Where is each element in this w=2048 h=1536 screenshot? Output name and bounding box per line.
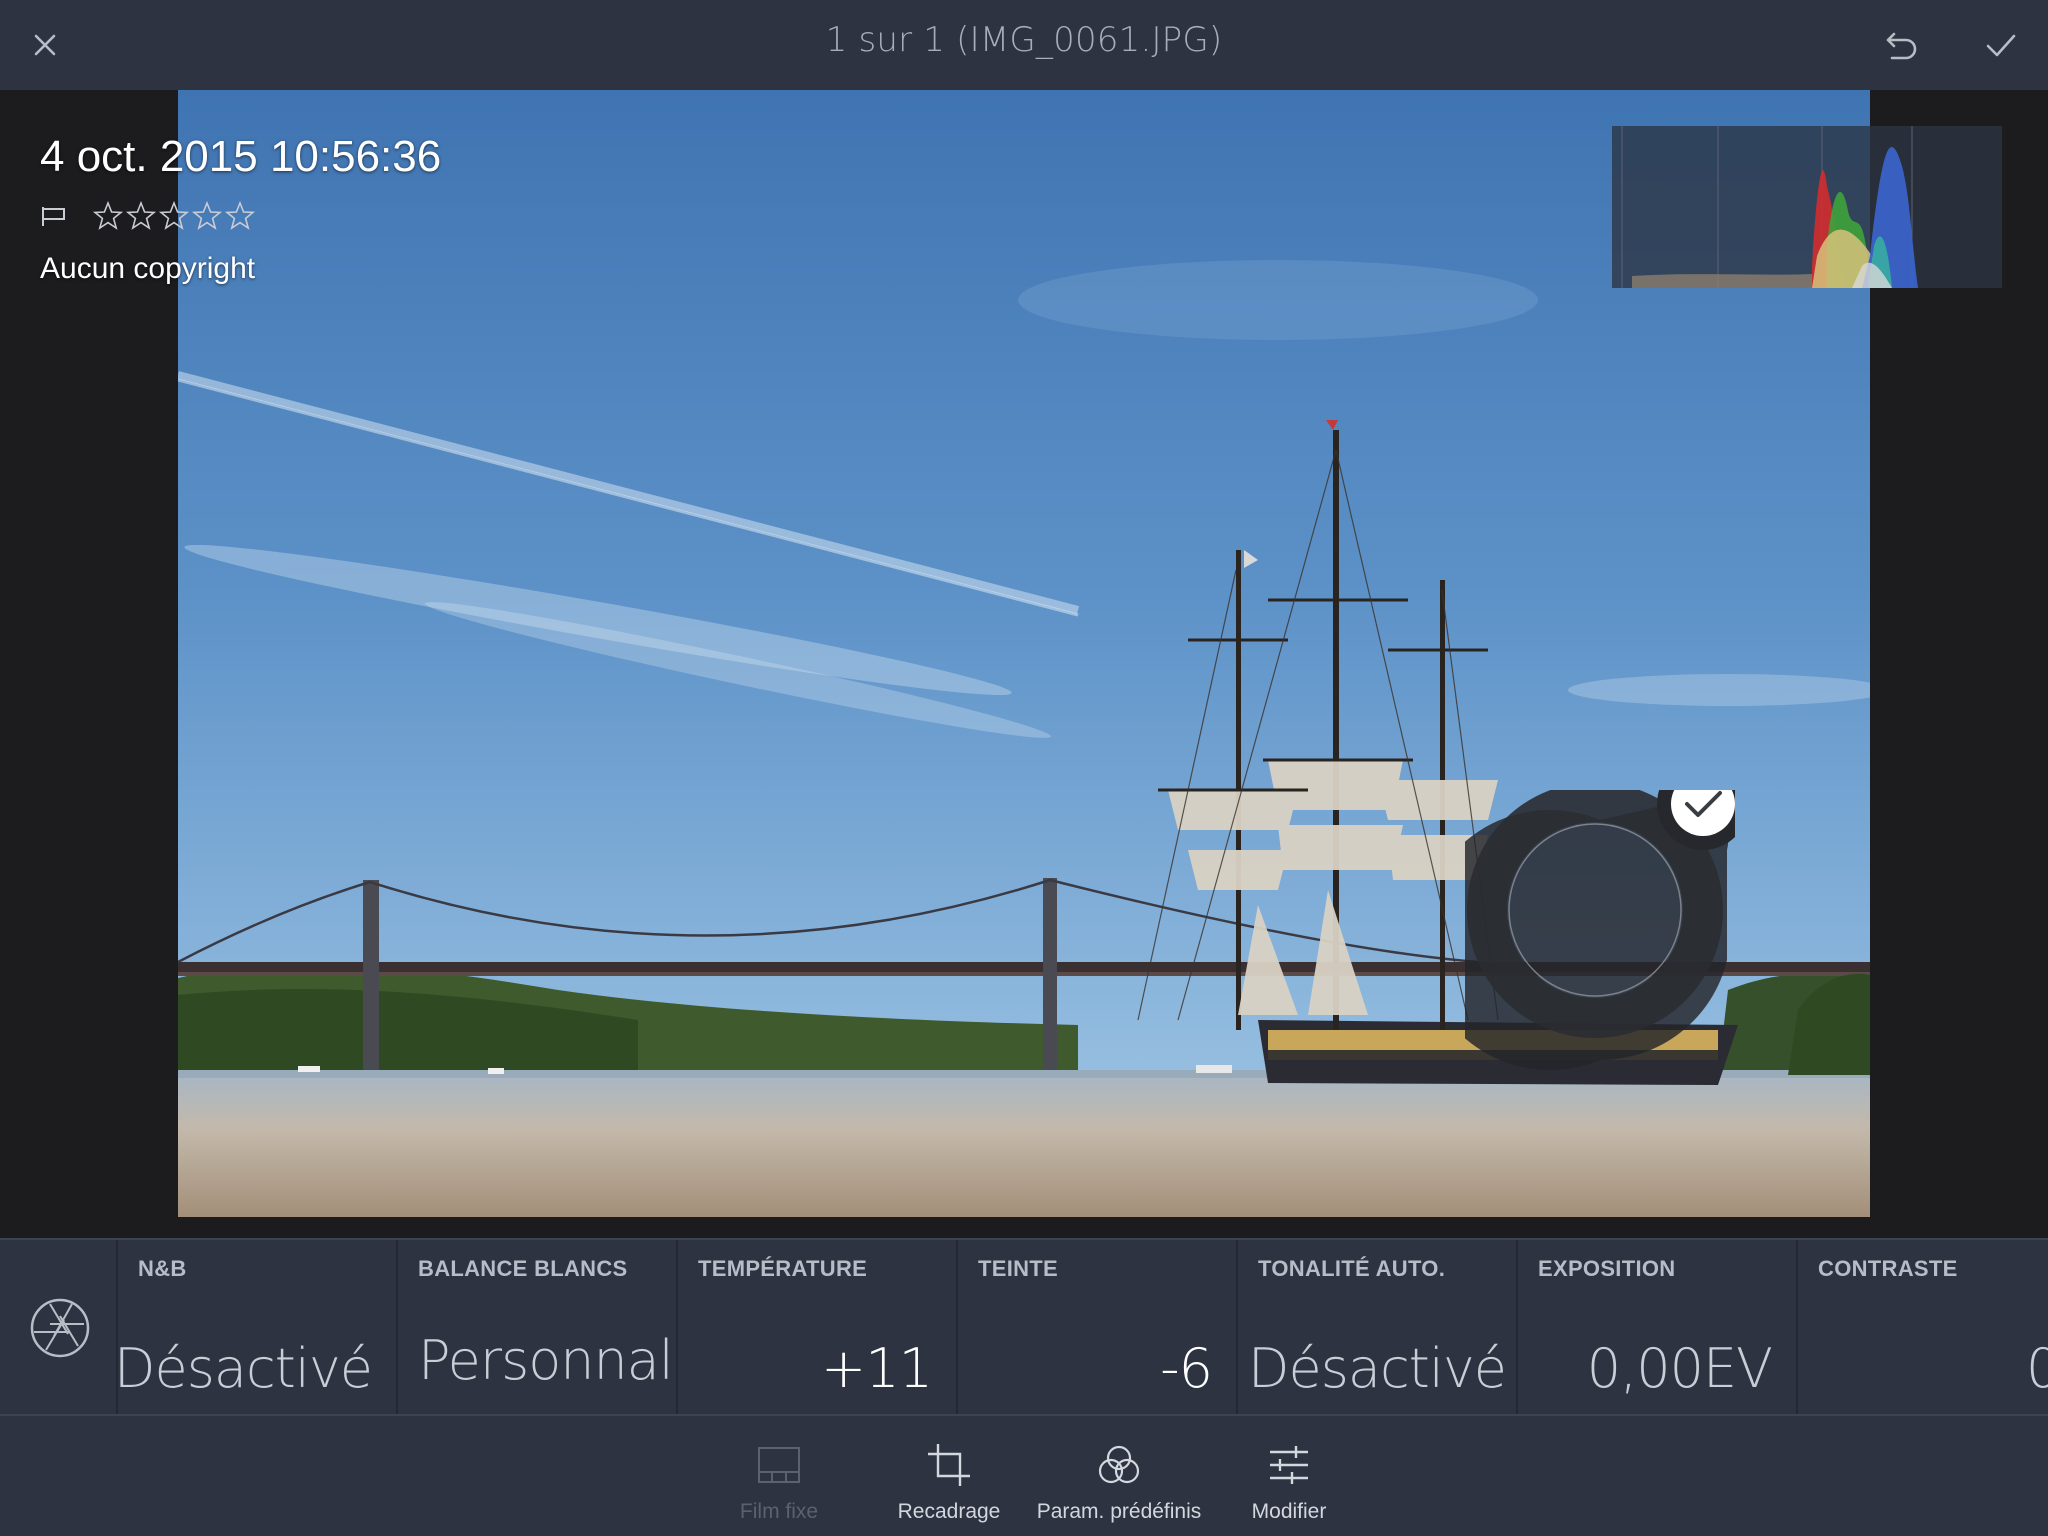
aperture-icon[interactable] bbox=[0, 1240, 118, 1414]
presets-icon bbox=[1098, 1445, 1140, 1484]
photo-stage: 4 oct. 2015 10:56:36 Aucun copyright bbox=[0, 90, 2048, 1238]
adjust-auto-tone[interactable]: TONALITÉ AUTO. Désactivé bbox=[1238, 1240, 1518, 1414]
presets-button[interactable]: Param. prédéfinis bbox=[1034, 1416, 1204, 1536]
filmstrip-button[interactable]: Film fixe bbox=[694, 1416, 864, 1536]
bottom-toolbar: Film fixe Recadrage Param. prédéfinis Mo… bbox=[0, 1416, 2048, 1536]
adjust-contrast[interactable]: CONTRASTE 0 bbox=[1798, 1240, 2048, 1414]
tool-label: Modifier bbox=[1251, 1500, 1327, 1523]
adjust-label: CONTRASTE bbox=[1818, 1256, 1958, 1281]
capture-date: 4 oct. 2015 10:56:36 bbox=[40, 132, 442, 181]
tool-label: Param. prédéfinis bbox=[1036, 1500, 1202, 1523]
adjustments-strip: N&B Désactivé BALANCE BLANCS Personnalis… bbox=[0, 1238, 2048, 1416]
star-icon[interactable] bbox=[92, 200, 124, 232]
tool-label: Film fixe bbox=[739, 1500, 819, 1523]
adjust-label: TONALITÉ AUTO. bbox=[1258, 1256, 1446, 1281]
adjust-label: TEMPÉRATURE bbox=[698, 1256, 868, 1281]
crop-button[interactable]: Recadrage bbox=[864, 1416, 1034, 1536]
star-icon[interactable] bbox=[158, 200, 190, 232]
adjust-bw[interactable]: N&B Désactivé bbox=[118, 1240, 398, 1414]
sliders-icon bbox=[1270, 1446, 1308, 1484]
adjust-value: +11 bbox=[821, 1337, 933, 1400]
tool-label: Recadrage bbox=[897, 1500, 1001, 1523]
adjust-value: Désactivé bbox=[118, 1337, 373, 1400]
adjust-label: BALANCE BLANCS bbox=[418, 1256, 628, 1281]
document-title: 1 sur 1 (IMG_0061.JPG) bbox=[825, 20, 1223, 60]
undo-icon[interactable] bbox=[1878, 22, 1924, 68]
star-icon[interactable] bbox=[125, 200, 157, 232]
filmstrip-icon bbox=[758, 1447, 800, 1483]
white-balance-loupe[interactable] bbox=[1420, 758, 1749, 1090]
adjust-value: -6 bbox=[1160, 1337, 1213, 1400]
adjust-value: 0 bbox=[2026, 1337, 2048, 1400]
flag-icon[interactable] bbox=[40, 204, 68, 228]
adjust-label: EXPOSITION bbox=[1538, 1256, 1676, 1281]
adjust-value: Personnalisée bbox=[418, 1329, 676, 1392]
adjust-label: TEINTE bbox=[978, 1256, 1059, 1281]
star-rating[interactable] bbox=[92, 200, 257, 232]
adjust-exposure[interactable]: EXPOSITION 0,00EV bbox=[1518, 1240, 1798, 1414]
flag-and-rating bbox=[40, 196, 257, 236]
adjust-tint[interactable]: TEINTE -6 bbox=[958, 1240, 1238, 1414]
histogram bbox=[1612, 126, 2002, 288]
adjust-value: Désactivé bbox=[1247, 1337, 1507, 1400]
star-icon[interactable] bbox=[224, 200, 256, 232]
crop-icon bbox=[928, 1444, 970, 1486]
edit-button[interactable]: Modifier bbox=[1204, 1416, 1374, 1536]
adjust-value: 0,00EV bbox=[1586, 1337, 1773, 1400]
copyright-text: Aucun copyright bbox=[40, 252, 256, 285]
adjust-white-balance[interactable]: BALANCE BLANCS Personnalisée bbox=[398, 1240, 678, 1414]
adjust-label: N&B bbox=[138, 1256, 187, 1281]
star-icon[interactable] bbox=[191, 200, 223, 232]
adjust-temperature[interactable]: TEMPÉRATURE +11 bbox=[678, 1240, 958, 1414]
top-bar: 1 sur 1 (IMG_0061.JPG) bbox=[0, 0, 2048, 90]
check-icon[interactable] bbox=[1978, 22, 2024, 68]
